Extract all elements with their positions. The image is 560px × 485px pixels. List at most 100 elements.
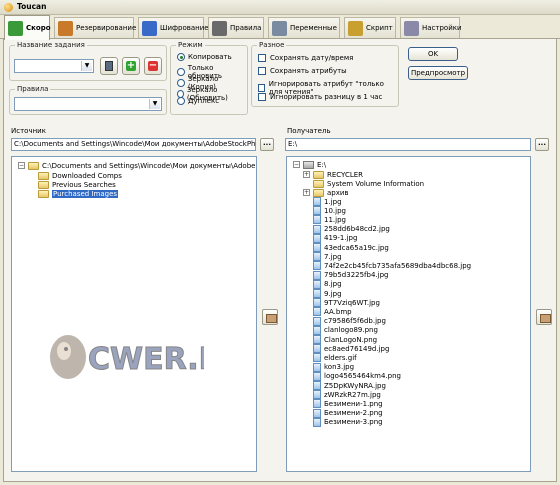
tab-variables[interactable]: Переменные bbox=[268, 17, 340, 38]
file-item[interactable]: 43edca65a19c.jpg bbox=[313, 243, 389, 252]
delete-job-button[interactable]: − bbox=[144, 57, 162, 75]
tab-label: Скоро bbox=[26, 24, 51, 32]
file-icon bbox=[313, 344, 321, 354]
file-icon bbox=[313, 224, 321, 234]
source-tree[interactable]: − C:\Documents and Settings\Wincode\Мои … bbox=[11, 156, 257, 472]
ok-button[interactable]: OK bbox=[408, 47, 458, 61]
file-item[interactable]: kon3.jpg bbox=[313, 362, 355, 372]
job-name-legend: Название задания bbox=[15, 41, 87, 49]
file-item[interactable]: 8.jpg bbox=[313, 279, 342, 289]
file-item[interactable]: Безимени-2.png bbox=[313, 408, 383, 418]
tree-item[interactable]: System Volume Information bbox=[313, 179, 424, 188]
file-item[interactable]: 10.jpg bbox=[313, 206, 346, 216]
source-browse-button[interactable]: ... bbox=[260, 138, 274, 151]
file-item[interactable]: logo4565464km4.png bbox=[313, 371, 402, 381]
file-item[interactable]: 1.jpg bbox=[313, 197, 342, 206]
file-item[interactable]: elders.gif bbox=[313, 353, 357, 363]
expand-icon[interactable]: + bbox=[303, 189, 310, 196]
file-item-label: ClanLogoN.png bbox=[324, 335, 378, 344]
tree-item-label: Previous Searches bbox=[52, 180, 116, 189]
file-icon bbox=[313, 408, 321, 418]
ignore-hour-diff-checkbox[interactable]: Игнорировать разницу в 1 час bbox=[258, 93, 382, 101]
file-item[interactable]: c79586f5f6db.jpg bbox=[313, 316, 386, 326]
dest-browse-button[interactable]: ... bbox=[535, 138, 549, 151]
file-icon bbox=[313, 362, 321, 372]
mode-option-duplex[interactable]: Дуплекс bbox=[177, 97, 219, 105]
checkbox-label: Игнорировать разницу в 1 час bbox=[270, 93, 383, 101]
tree-item[interactable]: архив bbox=[313, 188, 349, 197]
collapse-icon[interactable]: − bbox=[18, 162, 25, 169]
file-item[interactable]: zWRzkR27m.jpg bbox=[313, 390, 381, 400]
backup-icon bbox=[58, 20, 73, 36]
file-item[interactable]: clanlogo89.png bbox=[313, 325, 378, 335]
file-item[interactable]: Безимени-1.png bbox=[313, 399, 383, 409]
mode-option-copy[interactable]: Копировать bbox=[177, 53, 232, 61]
tab-settings[interactable]: Настройки bbox=[400, 17, 462, 38]
file-item-label: 1.jpg bbox=[324, 197, 342, 206]
file-item[interactable]: 258dd6b48cd2.jpg bbox=[313, 224, 390, 234]
file-item-label: logo4565464km4.png bbox=[324, 372, 402, 381]
tree-item-label: архив bbox=[327, 188, 349, 197]
keep-datetime-checkbox[interactable]: Сохранять дату/время bbox=[258, 54, 353, 62]
file-item[interactable]: Z5DpKWyNRA.jpg bbox=[313, 381, 386, 390]
script-icon bbox=[348, 20, 363, 36]
plus-icon: + bbox=[126, 60, 136, 71]
tab-script[interactable]: Скрипт bbox=[344, 17, 396, 38]
tab-label: Скрипт bbox=[366, 24, 393, 32]
file-item-label: 11.jpg bbox=[324, 215, 346, 224]
rules-group: Правила ▼ bbox=[9, 85, 167, 115]
copy-to-dest-button[interactable] bbox=[262, 309, 278, 325]
folder-icon bbox=[313, 188, 324, 197]
copy-to-source-button[interactable] bbox=[536, 309, 552, 325]
tree-item-label: Purchased Images bbox=[52, 189, 119, 198]
file-item[interactable]: 9.jpg bbox=[313, 289, 342, 298]
file-icon bbox=[313, 399, 321, 409]
job-name-combo[interactable]: ▼ bbox=[14, 59, 94, 73]
tab-encryption[interactable]: Шифрование bbox=[138, 17, 209, 38]
expand-icon[interactable]: + bbox=[303, 171, 310, 178]
tree-item[interactable]: Previous Searches bbox=[38, 180, 116, 189]
source-tree-root[interactable]: C:\Documents and Settings\Wincode\Мои до… bbox=[28, 161, 256, 170]
save-job-button[interactable] bbox=[100, 57, 118, 75]
collapse-icon[interactable]: − bbox=[293, 161, 300, 168]
add-job-button[interactable]: + bbox=[122, 57, 140, 75]
file-item[interactable]: AA.bmp bbox=[313, 307, 352, 317]
file-icon bbox=[313, 279, 321, 289]
chevron-down-icon[interactable]: ▼ bbox=[149, 99, 160, 109]
file-item[interactable]: 79b5d3225fb4.jpg bbox=[313, 270, 389, 280]
recycle-icon bbox=[8, 20, 23, 36]
chevron-down-icon[interactable]: ▼ bbox=[81, 61, 92, 71]
tree-item[interactable]: Downloaded Comps bbox=[38, 171, 122, 180]
tab-label: Правила bbox=[230, 24, 262, 32]
rules-combo[interactable]: ▼ bbox=[14, 97, 162, 111]
dest-tree-root[interactable]: E:\ bbox=[303, 160, 326, 169]
file-item[interactable]: 9T7Vziq6WT.jpg bbox=[313, 298, 380, 308]
file-item[interactable]: 419-1.jpg bbox=[313, 233, 357, 243]
tab-backup[interactable]: Резервирование bbox=[54, 17, 136, 38]
file-item-label: 79b5d3225fb4.jpg bbox=[324, 271, 389, 280]
dest-label: Получатель bbox=[287, 127, 331, 135]
file-icon bbox=[313, 298, 321, 308]
keep-attributes-checkbox[interactable]: Сохранять атрибуты bbox=[258, 67, 347, 75]
file-item-label: kon3.jpg bbox=[324, 363, 355, 372]
dest-path-field[interactable]: E:\ bbox=[285, 138, 531, 151]
mode-legend: Режим bbox=[176, 41, 205, 49]
file-item-label: AA.bmp bbox=[324, 307, 352, 316]
source-path-field[interactable]: C:\Documents and Settings\Wincode\Мои до… bbox=[11, 138, 256, 151]
file-item-label: ec8aed76149d.jpg bbox=[324, 344, 390, 353]
tree-item[interactable]: RECYCLER bbox=[313, 170, 363, 179]
file-item-label: Безимени-3.png bbox=[324, 418, 383, 427]
file-item[interactable]: 11.jpg bbox=[313, 215, 346, 225]
file-item[interactable]: Безимени-3.png bbox=[313, 417, 383, 427]
file-item[interactable]: 7.jpg bbox=[313, 252, 342, 262]
radio-icon bbox=[177, 53, 185, 61]
disk-icon bbox=[105, 61, 113, 71]
tab-rules[interactable]: Правила bbox=[208, 17, 264, 38]
preview-button[interactable]: Предпросмотр bbox=[408, 66, 468, 80]
tree-item-selected[interactable]: Purchased Images bbox=[38, 189, 119, 198]
dest-tree[interactable]: − E:\ + RECYCLER System Volume Informati… bbox=[286, 156, 531, 472]
file-item[interactable]: 74f2e2cb45fcb735afa5689dba4dbc68.jpg bbox=[313, 261, 471, 271]
file-item[interactable]: ec8aed76149d.jpg bbox=[313, 344, 390, 354]
file-item[interactable]: ClanLogoN.png bbox=[313, 335, 377, 344]
tab-quick[interactable]: Скоро bbox=[4, 15, 51, 40]
